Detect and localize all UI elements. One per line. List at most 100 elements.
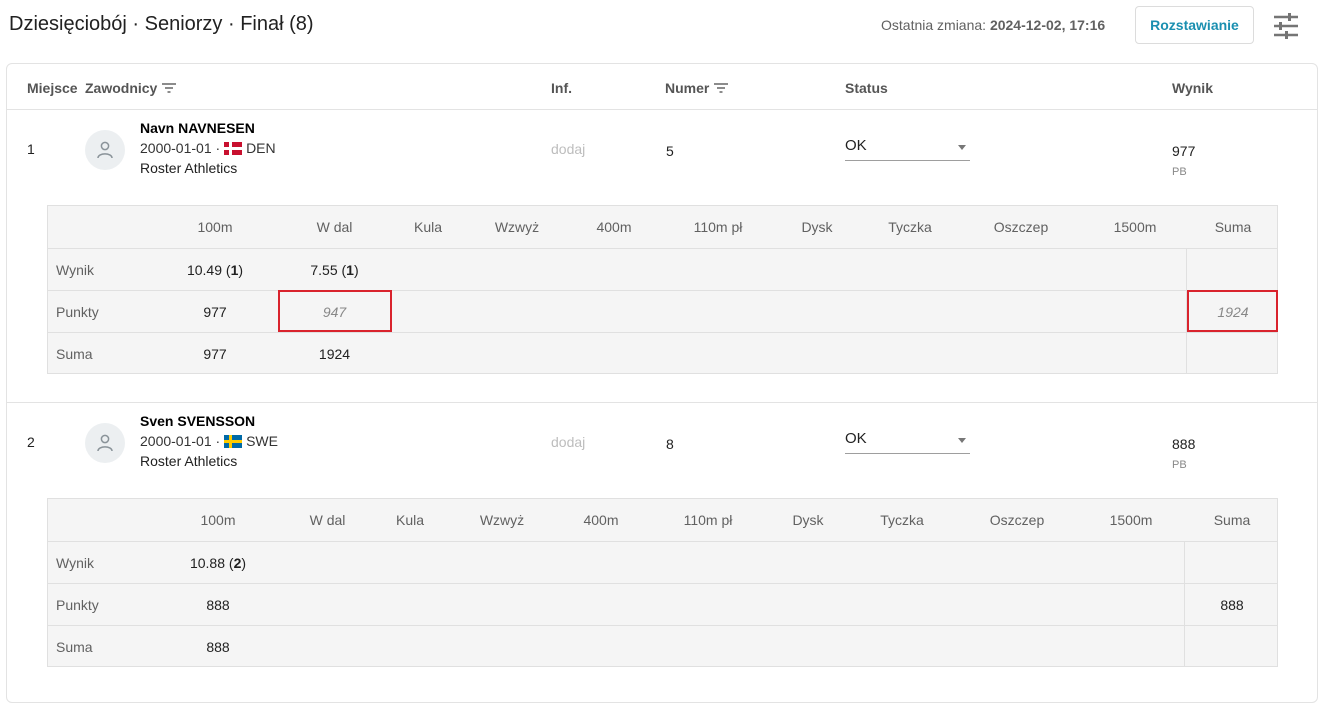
table-header-row: 100m W dal Kula Wzwyż 400m 110m pł Dysk …	[48, 206, 1277, 248]
event-header: Tyczka	[880, 511, 924, 528]
sum-column-divider	[1184, 541, 1185, 666]
person-icon	[97, 434, 113, 452]
col-info: Inf.	[551, 80, 572, 96]
event-points: 977	[203, 303, 227, 320]
col-status: Status	[845, 80, 888, 96]
event-sum: 888	[206, 638, 230, 655]
row-label: Suma	[56, 638, 93, 655]
highlight-box	[1187, 290, 1278, 332]
event-header: W dal	[316, 218, 353, 235]
event-header: Dysk	[792, 511, 824, 528]
athlete-result: 888	[1172, 436, 1196, 452]
athlete-name[interactable]: Navn NAVNESEN	[140, 120, 255, 136]
event-header: Wzwyż	[479, 511, 525, 528]
event-header: Suma	[1213, 511, 1251, 528]
last-change-value: 2024-12-02, 17:16	[989, 17, 1106, 33]
col-result: Wynik	[1172, 80, 1213, 96]
flag-den-icon	[224, 141, 243, 155]
result-note: PB	[1172, 459, 1187, 471]
row-label: Punkty	[56, 303, 99, 320]
event-header: 110m pł	[693, 218, 743, 235]
filter-icon[interactable]	[162, 83, 177, 93]
athlete-rank: 2	[27, 434, 35, 450]
seed-button[interactable]: Rozstawianie	[1135, 6, 1254, 44]
last-change-label: Ostatnia zmiana:	[881, 17, 987, 33]
event-sum: 1924	[318, 345, 351, 362]
avatar	[85, 423, 125, 463]
points-total: 888	[1220, 596, 1244, 613]
col-place: Miejsce	[27, 80, 78, 96]
filter-icon[interactable]	[714, 83, 729, 93]
athlete-details: 2000-01-01 · SWE	[140, 433, 278, 449]
athlete-name[interactable]: Sven SVENSSON	[140, 413, 255, 429]
event-header: 400m	[583, 511, 619, 528]
status-select[interactable]: OK	[845, 137, 970, 161]
col-athletes-label: Zawodnicy	[85, 80, 158, 96]
table-row: Wynik 10.88 (2)	[48, 541, 1277, 583]
row-label: Wynik	[56, 261, 94, 278]
divider	[7, 109, 1318, 110]
events-table: 100m W dal Kula Wzwyż 400m 110m pł Dysk …	[47, 498, 1278, 667]
event-header: Kula	[413, 218, 443, 235]
status-select[interactable]: OK	[845, 430, 970, 454]
athlete-birth: 2000-01-01 ·	[140, 433, 221, 449]
info-add-link[interactable]: dodaj	[551, 434, 585, 450]
result-note: PB	[1172, 166, 1187, 178]
dropdown-arrow-icon	[958, 438, 966, 443]
highlight-box	[278, 290, 392, 332]
event-result: 7.55 (1)	[310, 261, 359, 278]
athlete-result: 977	[1172, 143, 1196, 159]
athlete-number: 5	[666, 143, 674, 159]
athlete-rank: 1	[27, 141, 35, 157]
event-header: Kula	[395, 511, 425, 528]
row-label: Punkty	[56, 596, 99, 613]
athlete-details: 2000-01-01 · DEN	[140, 140, 276, 156]
event-header: 100m	[197, 218, 233, 235]
table-row: Suma 888	[48, 625, 1277, 667]
event-header: Dysk	[801, 218, 833, 235]
events-table: 100m W dal Kula Wzwyż 400m 110m pł Dysk …	[47, 205, 1278, 374]
tune-icon[interactable]	[1272, 13, 1300, 39]
event-result: 10.49 (1)	[186, 261, 244, 278]
event-sum: 977	[203, 345, 227, 362]
athlete-country: SWE	[246, 433, 278, 449]
table-row: Punkty 888 888	[48, 583, 1277, 625]
table-row: Wynik 10.49 (1) 7.55 (1)	[48, 248, 1277, 290]
dropdown-arrow-icon	[958, 145, 966, 150]
info-add-link[interactable]: dodaj	[551, 141, 585, 157]
col-number-label: Numer	[665, 80, 710, 96]
event-header: Tyczka	[888, 218, 932, 235]
col-number[interactable]: Numer	[665, 80, 729, 96]
divider	[7, 402, 1318, 403]
event-points: 888	[206, 596, 230, 613]
event-header: 1500m	[1113, 218, 1157, 235]
table-row: Punkty 977 947 1924	[48, 290, 1277, 332]
event-header: 110m pł	[683, 511, 733, 528]
event-header: Oszczep	[989, 511, 1045, 528]
athlete-club: Roster Athletics	[140, 160, 238, 176]
status-value: OK	[845, 430, 867, 447]
athlete-birth: 2000-01-01 ·	[140, 140, 221, 156]
event-header: 100m	[200, 511, 236, 528]
event-header: W dal	[309, 511, 346, 528]
event-header: Suma	[1214, 218, 1252, 235]
athlete-country: DEN	[246, 140, 276, 156]
status-value: OK	[845, 137, 867, 154]
event-header: Wzwyż	[494, 218, 540, 235]
event-header: 1500m	[1109, 511, 1153, 528]
row-label: Wynik	[56, 554, 94, 571]
athlete-number: 8	[666, 436, 674, 452]
event-header: 400m	[596, 218, 632, 235]
avatar	[85, 130, 125, 170]
athlete-club: Roster Athletics	[140, 453, 238, 469]
event-header: Oszczep	[993, 218, 1049, 235]
row-label: Suma	[56, 345, 93, 362]
table-row: Suma 977 1924	[48, 332, 1277, 374]
table-header-row: 100m W dal Kula Wzwyż 400m 110m pł Dysk …	[48, 499, 1277, 541]
event-result: 10.88 (2)	[189, 554, 247, 571]
flag-swe-icon	[224, 434, 243, 448]
page-title: Dziesięciobój · Seniorzy · Finał (8)	[9, 13, 314, 35]
person-icon	[97, 141, 113, 159]
last-change: Ostatnia zmiana: 2024-12-02, 17:16	[881, 17, 1105, 33]
col-athletes[interactable]: Zawodnicy	[85, 80, 177, 96]
